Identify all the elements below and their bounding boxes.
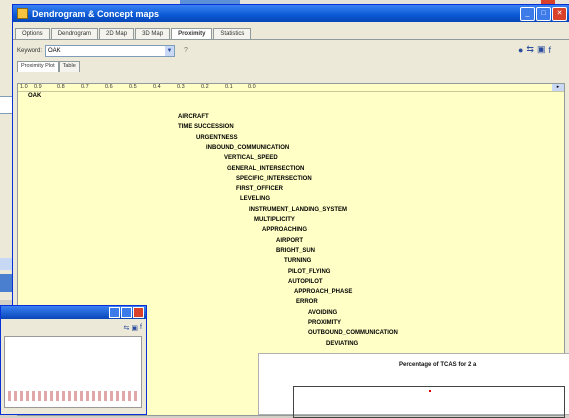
scale-tick-label: 0.2	[201, 84, 209, 90]
window-title: Dendrogram & Concept maps	[32, 8, 160, 19]
window-title-bar[interactable]: Dendrogram & Concept maps _ □ ✕	[13, 5, 569, 22]
lower-copy-icon[interactable]: ⇆	[124, 324, 130, 332]
tab-3d-map[interactable]: 3D Map	[135, 28, 171, 39]
proximity-term: OUTBOUND_COMMUNICATION	[308, 330, 398, 337]
proximity-term: AIRCRAFT	[178, 114, 209, 120]
lower-plot-area	[4, 336, 142, 408]
lower-minimize-button[interactable]	[109, 307, 120, 318]
lower-close-button[interactable]	[133, 307, 144, 318]
tab-table[interactable]: Table	[58, 61, 80, 72]
proximity-term: SPECIFIC_INTERSECTION	[236, 175, 312, 182]
proximity-term: AVOIDING	[308, 309, 338, 316]
lower-print-icon[interactable]: ▣	[131, 324, 138, 332]
maximize-button[interactable]: □	[536, 7, 551, 21]
scale-tick-label: 0.4	[153, 84, 161, 90]
copy-icon[interactable]: ⇆	[526, 44, 534, 55]
tab-proximity[interactable]: Proximity	[171, 28, 213, 39]
proximity-scale: 1.0 0.9 0.8 0.7 0.6 0.5 0.4 0.3 0.2 0.1 0.0	[18, 84, 564, 92]
keyword-value: OAK	[48, 47, 61, 54]
proximity-term: PILOT_FLYING	[288, 268, 331, 275]
proximity-term: PROXIMITY	[308, 320, 342, 326]
proximity-term: LEVELING	[240, 196, 271, 203]
tab-dendrogram[interactable]: Dendrogram	[50, 28, 99, 39]
proximity-term: ERROR	[296, 299, 318, 306]
proximity-term: MULTIPLICITY	[254, 217, 295, 223]
scale-tick-label: 0.1	[225, 84, 233, 90]
scale-tick-label: 0.5	[129, 84, 137, 90]
scale-tick-label: 0.9	[34, 84, 42, 90]
tab-2d-map[interactable]: 2D Map	[99, 28, 135, 39]
scale-tick-label: 0.6	[105, 84, 113, 90]
app-icon	[17, 8, 28, 19]
proximity-term: TIME SUCCESSION	[178, 124, 234, 131]
font-icon[interactable]: f	[548, 45, 551, 55]
proximity-term: AIRPORT	[276, 237, 303, 244]
proximity-term: DEVIATING	[326, 340, 359, 347]
proximity-term: INBOUND_COMMUNICATION	[206, 144, 290, 151]
help-icon[interactable]: ?	[184, 47, 188, 54]
tab-options[interactable]: Options	[15, 28, 50, 39]
scale-tick-label: 0.7	[81, 84, 89, 90]
proximity-term: APPROACH_PHASE	[294, 289, 353, 296]
background-window-lower-left: ⇆ ▣ f	[0, 305, 147, 415]
keyword-label: Keyword:	[17, 47, 43, 54]
chevron-down-icon[interactable]: ▼	[165, 45, 175, 56]
proximity-term: TURNING	[284, 258, 312, 265]
close-button[interactable]: ✕	[552, 7, 567, 21]
proximity-term: FIRST_OFFICER	[236, 186, 284, 193]
lower-font-icon[interactable]: f	[140, 324, 142, 332]
minimize-button[interactable]: _	[520, 7, 535, 21]
scale-tick-label: 1.0	[20, 84, 28, 90]
chart-marker	[429, 390, 431, 392]
proximity-term: BRIGHT_SUN	[276, 247, 316, 254]
scale-tick-label: 0.0	[248, 84, 256, 90]
proximity-term: APPROACHING	[262, 227, 308, 234]
chart-title: Percentage of TCAS for 2 a	[399, 362, 477, 368]
lower-maximize-button[interactable]	[121, 307, 132, 318]
toolbar: Keyword: OAK ▼ ? ● ⇆ ▣ f	[13, 40, 569, 61]
scale-tick-label: 0.8	[57, 84, 65, 90]
lower-plot-ticks	[8, 391, 138, 401]
print-icon[interactable]: ▣	[537, 44, 546, 55]
proximity-term: INSTRUMENT_LANDING_SYSTEM	[249, 206, 348, 213]
chart-window: Percentage of TCAS for 2 a	[258, 353, 569, 418]
keyword-select[interactable]: OAK ▼	[45, 44, 176, 57]
view-tabs: Options Dendrogram 2D Map 3D Map Proximi…	[13, 22, 569, 40]
tab-statistics[interactable]: Statistics	[213, 28, 252, 39]
proximity-term: AUTOPILOT	[288, 278, 323, 285]
proximity-term: URGENTNESS	[196, 134, 238, 141]
scale-tick-label: 0.3	[177, 84, 185, 90]
tab-proximity-plot[interactable]: Proximity Plot	[17, 61, 59, 72]
proximity-term: GENERAL_INTERSECTION	[227, 165, 305, 172]
plot-subtabs: Proximity Plot Table	[13, 61, 569, 72]
settings-icon[interactable]: ●	[518, 45, 523, 55]
root-keyword: OAK	[28, 93, 42, 99]
proximity-term: VERTICAL_SPEED	[224, 155, 278, 162]
scroll-right-button[interactable]: ▸	[552, 84, 564, 91]
